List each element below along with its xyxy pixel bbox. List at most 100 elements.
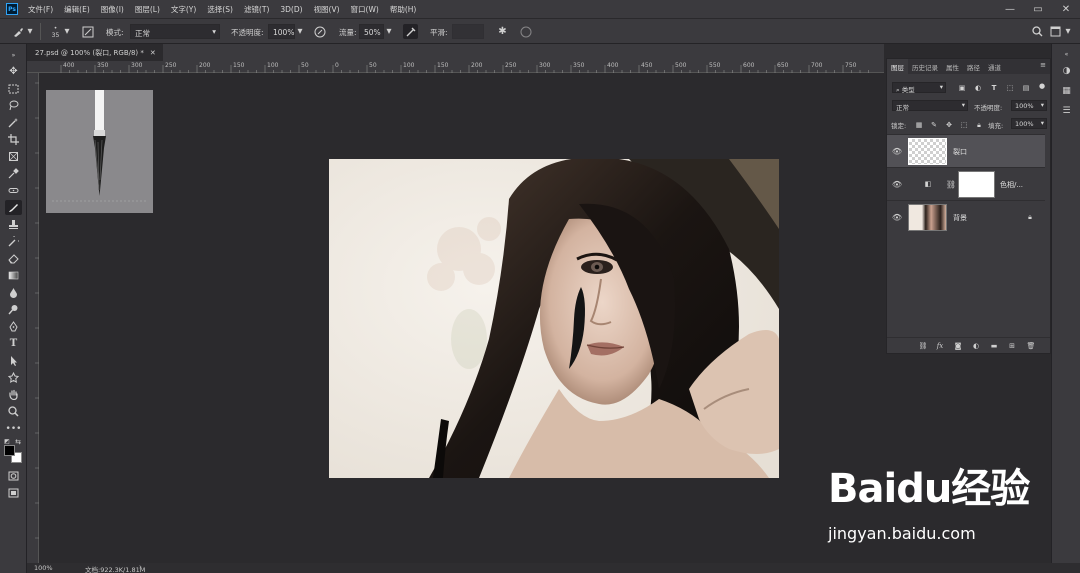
chevron-down-icon[interactable]: ▾ <box>26 24 34 39</box>
screen-mode-icon[interactable] <box>5 485 22 500</box>
swatches-panel-icon[interactable]: ▦ <box>1060 84 1073 97</box>
layer-row[interactable]: 👁︎ 背景 🔒︎ <box>887 200 1045 233</box>
new-layer-icon[interactable]: ⊞ <box>1007 341 1017 351</box>
menu-view[interactable]: 视图(V) <box>314 4 340 15</box>
tab-channels[interactable]: 通道 <box>984 59 1005 74</box>
path-selection-tool-icon[interactable] <box>5 353 22 368</box>
airbrush-icon[interactable] <box>403 24 418 39</box>
visibility-eye-icon[interactable]: 👁︎ <box>892 212 902 222</box>
filter-adjustment-icon[interactable]: ◐ <box>973 83 983 93</box>
chevron-right-icon[interactable]: › <box>139 563 142 571</box>
fill-field[interactable]: 100% ▾ <box>1011 118 1047 129</box>
chevron-down-icon[interactable]: ▾ <box>296 24 304 39</box>
add-mask-icon[interactable]: ◙ <box>953 341 963 351</box>
brush-tool-icon[interactable] <box>5 200 22 215</box>
link-chain-icon[interactable]: ⛓︎ <box>946 179 956 189</box>
smoothing-field[interactable] <box>452 24 484 39</box>
menu-help[interactable]: 帮助(H) <box>390 4 417 15</box>
magic-wand-tool-icon[interactable] <box>5 115 22 130</box>
lock-all-icon[interactable]: 🔒︎ <box>974 120 984 130</box>
visibility-eye-icon[interactable]: 👁︎ <box>892 179 902 189</box>
menu-file[interactable]: 文件(F) <box>28 4 53 15</box>
lock-position-icon[interactable]: ✥ <box>944 120 954 130</box>
menu-window[interactable]: 窗口(W) <box>351 4 379 15</box>
filter-pixel-icon[interactable]: ▣ <box>957 83 967 93</box>
blend-mode-select[interactable]: 正常 ▾ <box>892 100 968 112</box>
eraser-tool-icon[interactable] <box>5 251 22 266</box>
menu-layer[interactable]: 图层(L) <box>135 4 160 15</box>
dodge-tool-icon[interactable] <box>5 302 22 317</box>
document-tab[interactable]: 27.psd @ 100% (裂口, RGB/8) * ✕ <box>27 44 163 61</box>
clone-stamp-tool-icon[interactable] <box>5 217 22 232</box>
move-tool-icon[interactable]: ✥ <box>5 64 22 79</box>
lock-image-icon[interactable]: ✎ <box>929 120 939 130</box>
lock-artboard-icon[interactable]: ⬚ <box>959 120 969 130</box>
tab-layers[interactable]: 图层 <box>887 59 908 74</box>
type-tool-icon[interactable]: T <box>5 336 22 351</box>
maximize-icon[interactable]: ▭ <box>1024 0 1052 18</box>
pressure-opacity-icon[interactable] <box>312 24 327 39</box>
brush-panel-toggle-icon[interactable] <box>80 24 95 39</box>
marquee-tool-icon[interactable] <box>5 81 22 96</box>
gear-icon[interactable]: ✱ <box>495 24 510 39</box>
foreground-color-swatch[interactable] <box>4 445 15 456</box>
tab-paths[interactable]: 路径 <box>963 59 984 74</box>
mode-select[interactable]: 正常 ▾ <box>130 24 220 39</box>
chevron-down-icon[interactable]: ▾ <box>385 24 393 39</box>
menu-image[interactable]: 图像(I) <box>101 4 124 15</box>
lock-transparent-icon[interactable]: ▦ <box>914 120 924 130</box>
collapse-icon[interactable]: » <box>5 48 22 63</box>
history-brush-tool-icon[interactable] <box>5 234 22 249</box>
filter-type-icon[interactable]: T <box>989 83 999 93</box>
filter-smart-object-icon[interactable]: ▤ <box>1021 83 1031 93</box>
delete-layer-trash-icon[interactable]: 🗑︎ <box>1026 341 1036 351</box>
layer-filter-select[interactable]: ⌕ 类型 ▾ <box>892 82 946 94</box>
pressure-size-icon[interactable] <box>518 24 533 39</box>
close-icon[interactable]: ✕ <box>1052 0 1080 18</box>
frame-tool-icon[interactable] <box>5 149 22 164</box>
layer-name[interactable]: 背景 <box>953 213 967 223</box>
filter-shape-icon[interactable]: ⬚ <box>1005 83 1015 93</box>
new-group-folder-icon[interactable]: ▬ <box>989 341 999 351</box>
tab-properties[interactable]: 属性 <box>942 59 963 74</box>
menu-type[interactable]: 文字(Y) <box>171 4 196 15</box>
menu-select[interactable]: 选择(S) <box>207 4 233 15</box>
zoom-level[interactable]: 100% <box>34 564 53 572</box>
minimize-icon[interactable]: — <box>996 0 1024 18</box>
filter-toggle-icon[interactable]: ● <box>1037 81 1047 91</box>
swap-colors-icon[interactable]: ⇆ <box>14 434 22 449</box>
search-icon[interactable] <box>1030 24 1045 39</box>
brush-tool-preset-icon[interactable] <box>10 24 25 39</box>
layer-opacity-field[interactable]: 100% ▾ <box>1011 100 1047 111</box>
chevron-down-icon[interactable]: ▾ <box>1064 24 1072 39</box>
pen-tool-icon[interactable] <box>5 319 22 334</box>
visibility-eye-icon[interactable]: 👁︎ <box>892 146 902 156</box>
quick-mask-icon[interactable] <box>5 468 22 483</box>
healing-brush-tool-icon[interactable] <box>5 183 22 198</box>
flow-field[interactable]: 50% <box>359 24 384 39</box>
crop-tool-icon[interactable] <box>5 132 22 147</box>
tab-history[interactable]: 历史记录 <box>908 59 942 74</box>
libraries-panel-icon[interactable]: ☰ <box>1060 104 1073 117</box>
menu-3d[interactable]: 3D(D) <box>280 5 302 14</box>
gradient-tool-icon[interactable] <box>5 268 22 283</box>
link-layers-icon[interactable]: ⛓︎ <box>918 341 928 351</box>
document-image[interactable] <box>329 159 779 478</box>
panel-menu-icon[interactable]: ≡ <box>1040 61 1046 69</box>
menu-filter[interactable]: 滤镜(T) <box>244 4 269 15</box>
lasso-tool-icon[interactable] <box>5 98 22 113</box>
close-icon[interactable]: ✕ <box>150 49 156 57</box>
layer-row[interactable]: 👁︎ ◧ ⛓︎ 色相/... <box>887 167 1045 200</box>
layer-mask-thumbnail[interactable] <box>958 171 995 198</box>
layer-name[interactable]: 色相/... <box>1000 180 1023 190</box>
workspace-icon[interactable] <box>1048 24 1063 39</box>
layer-name[interactable]: 裂口 <box>953 147 967 157</box>
new-adjustment-layer-icon[interactable]: ◐ <box>971 341 981 351</box>
shape-tool-icon[interactable] <box>5 370 22 385</box>
zoom-tool-icon[interactable] <box>5 404 22 419</box>
chevron-down-icon[interactable]: ▾ <box>63 24 71 39</box>
color-panel-icon[interactable]: ◑ <box>1060 64 1073 77</box>
eyedropper-tool-icon[interactable] <box>5 166 22 181</box>
layer-row[interactable]: 👁︎ 裂口 <box>887 134 1045 167</box>
brush-size-picker[interactable]: • 35 <box>48 24 63 39</box>
